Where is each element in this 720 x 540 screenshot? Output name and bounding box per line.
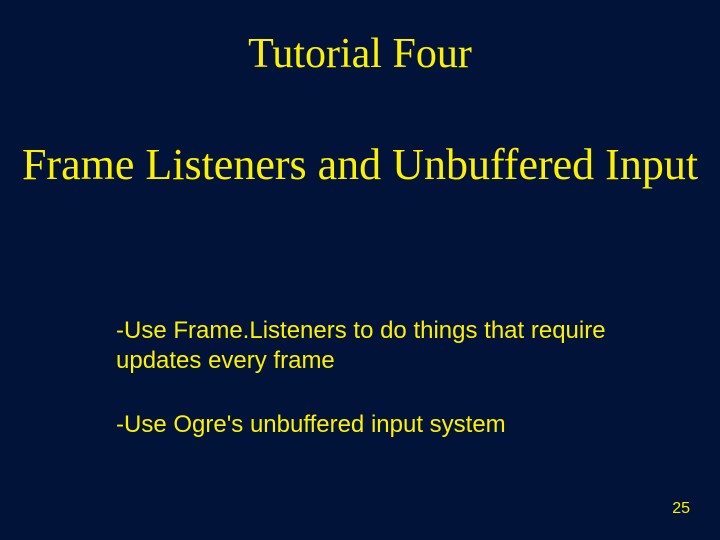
slide-subtitle: Frame Listeners and Unbuffered Input — [0, 140, 720, 191]
slide-title: Tutorial Four — [0, 30, 720, 78]
bullet-list: -Use Frame.Listeners to do things that r… — [116, 316, 626, 474]
page-number: 25 — [672, 500, 690, 518]
bullet-item: -Use Ogre's unbuffered input system — [116, 410, 626, 440]
slide: Tutorial Four Frame Listeners and Unbuff… — [0, 0, 720, 540]
bullet-item: -Use Frame.Listeners to do things that r… — [116, 316, 626, 376]
